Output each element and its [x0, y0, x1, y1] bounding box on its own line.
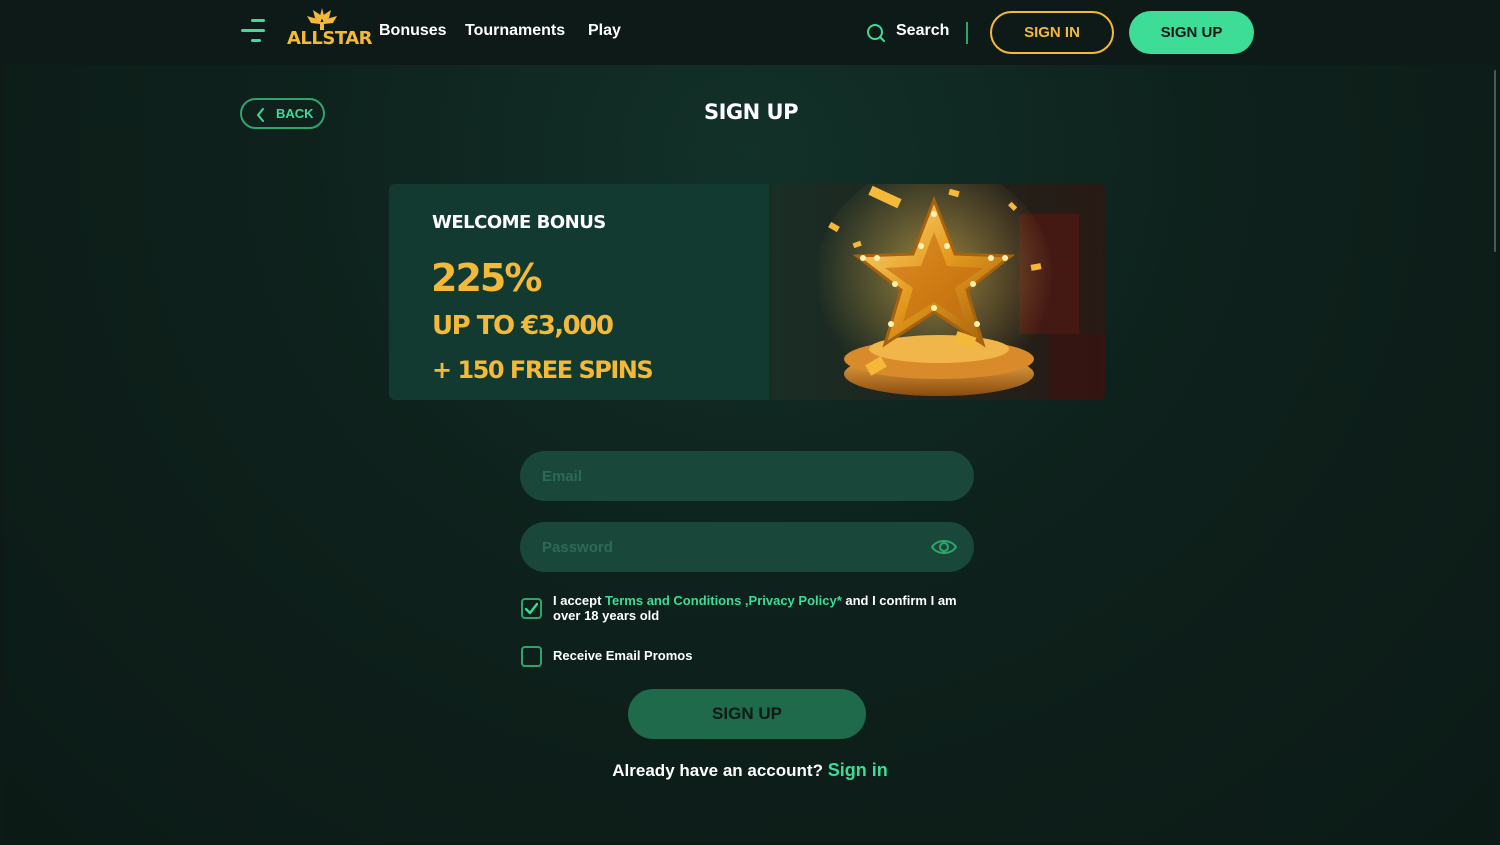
- bonus-free-spins: + 150 FREE SPINS: [432, 356, 654, 384]
- chevron-left-icon: [257, 108, 264, 122]
- golden-star-trophy-image: [769, 184, 1105, 400]
- header: ALLSTAR Bonuses Tournaments Play Search …: [4, 0, 1496, 65]
- scrollbar[interactable]: [1494, 70, 1496, 252]
- back-button[interactable]: BACK: [240, 98, 325, 129]
- terms-text: I accept Terms and Conditions ,Privacy P…: [553, 593, 973, 623]
- menu-icon[interactable]: [241, 19, 267, 45]
- back-label: BACK: [276, 106, 314, 121]
- nav-bonuses[interactable]: Bonuses: [379, 22, 447, 40]
- search-icon: [867, 24, 885, 42]
- eye-icon[interactable]: [931, 537, 957, 557]
- bonus-percent: 225%: [431, 256, 542, 300]
- terms-prefix: I accept: [553, 593, 606, 608]
- nav-tournaments[interactable]: Tournaments: [465, 22, 565, 40]
- sign-up-submit-button[interactable]: SIGN UP: [628, 689, 866, 739]
- already-text: Already have an account?: [612, 761, 823, 780]
- terms-link[interactable]: Terms and Conditions: [605, 593, 741, 608]
- nav-play[interactable]: Play: [588, 22, 621, 40]
- sign-up-header-button[interactable]: SIGN UP: [1129, 11, 1254, 54]
- header-divider: [966, 22, 968, 44]
- sign-in-button[interactable]: SIGN IN: [990, 11, 1114, 54]
- promo-label: Receive Email Promos: [553, 648, 693, 663]
- bonus-amount: UP TO €3,000: [432, 311, 614, 341]
- privacy-link[interactable]: ,Privacy Policy*: [741, 593, 842, 608]
- terms-checkbox[interactable]: [521, 598, 542, 619]
- logo[interactable]: ALLSTAR: [287, 6, 373, 52]
- sign-in-link[interactable]: Sign in: [828, 760, 888, 780]
- already-have-account: Already have an account? Sign in: [544, 760, 956, 781]
- check-icon: [525, 602, 538, 615]
- page: ALLSTAR Bonuses Tournaments Play Search …: [4, 0, 1496, 842]
- bonus-title: WELCOME BONUS: [432, 212, 606, 233]
- password-input[interactable]: [520, 522, 974, 572]
- welcome-bonus-banner: WELCOME BONUS 225% UP TO €3,000 + 150 FR…: [389, 184, 1105, 400]
- search-label: Search: [896, 22, 950, 39]
- logo-text: ALLSTAR: [287, 28, 373, 49]
- page-title: SIGN UP: [703, 100, 799, 124]
- email-input[interactable]: [520, 451, 974, 501]
- promo-checkbox[interactable]: [521, 646, 542, 667]
